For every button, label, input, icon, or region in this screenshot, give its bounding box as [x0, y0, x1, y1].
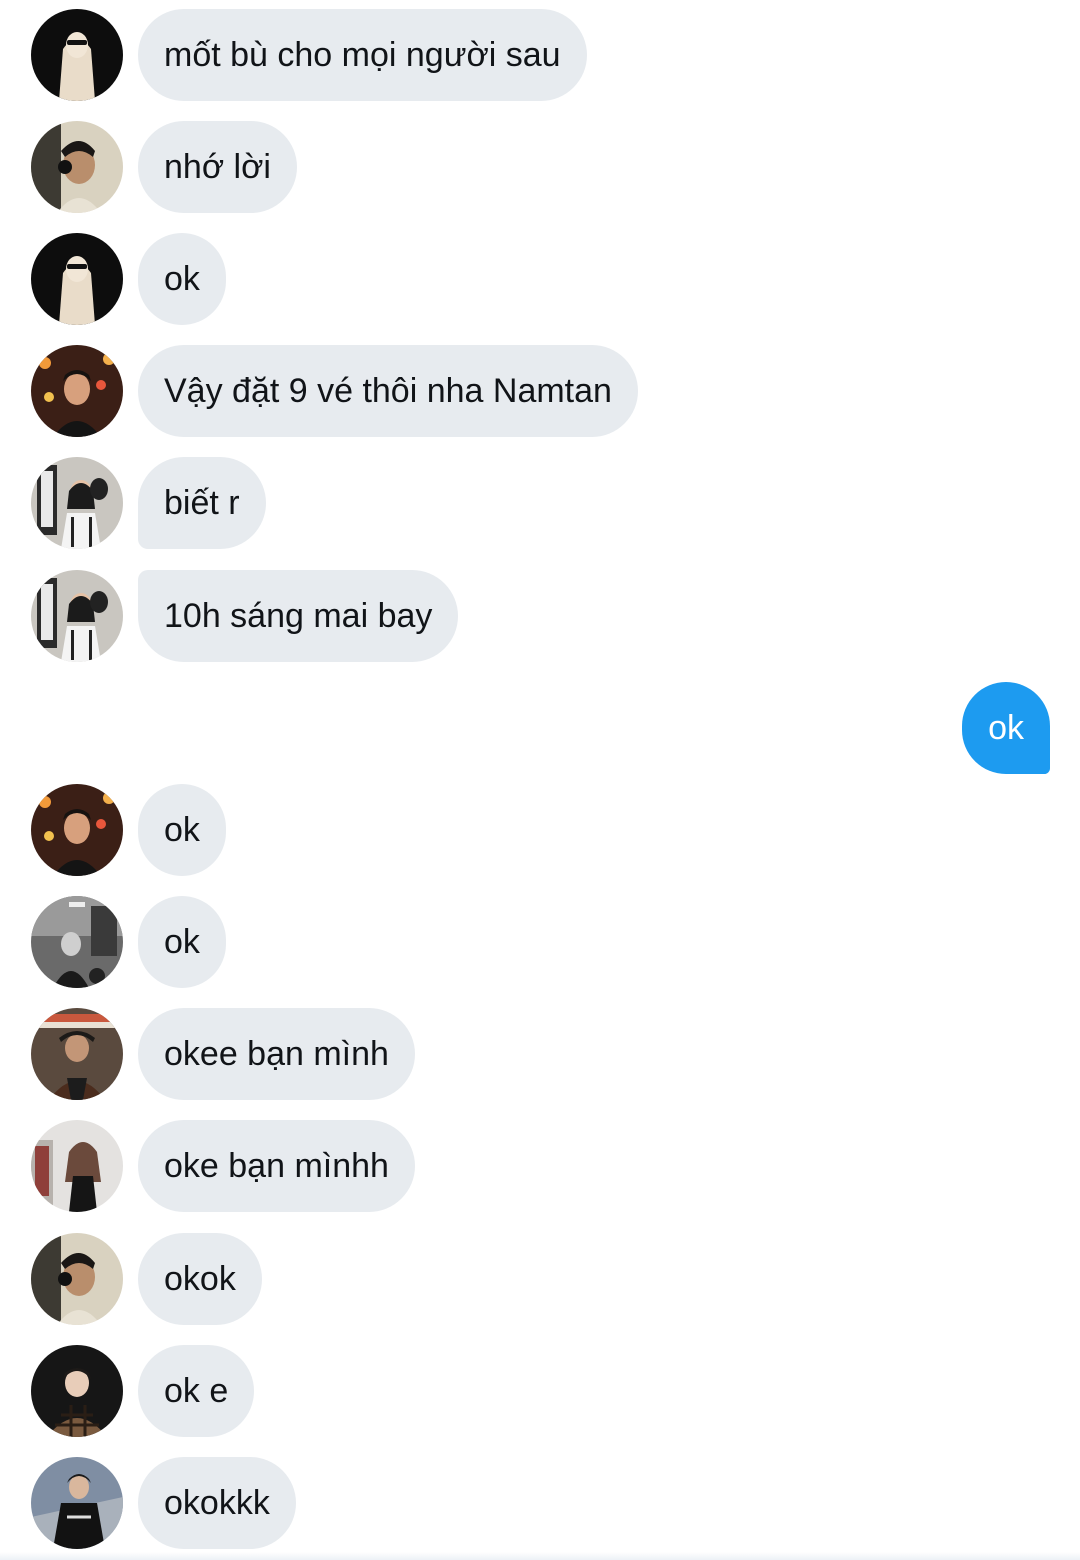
- message-row: 10h sáng mai bay: [0, 570, 1080, 662]
- message-bubble[interactable]: okee bạn mình: [138, 1008, 415, 1100]
- avatar[interactable]: [31, 345, 123, 437]
- message-bubble[interactable]: okokkk: [138, 1457, 296, 1549]
- message-row: nhớ lời: [0, 121, 1080, 213]
- message-bubble[interactable]: biết r: [138, 457, 266, 549]
- message-row: okee bạn mình: [0, 1008, 1080, 1100]
- avatar[interactable]: [31, 121, 123, 213]
- avatar[interactable]: [31, 1120, 123, 1212]
- message-bubble[interactable]: ok: [138, 896, 226, 988]
- message-bubble[interactable]: Vậy đặt 9 vé thôi nha Namtan: [138, 345, 638, 437]
- message-bubble[interactable]: 10h sáng mai bay: [138, 570, 459, 662]
- avatar[interactable]: [31, 457, 123, 549]
- outgoing-message-row: ok: [0, 682, 1080, 774]
- message-row: ok: [0, 784, 1080, 876]
- avatar[interactable]: [31, 896, 123, 988]
- message-row: mốt bù cho mọi người sau: [0, 9, 1080, 101]
- composer-edge: [0, 1552, 1080, 1560]
- message-bubble[interactable]: oke bạn mìnhh: [138, 1120, 415, 1212]
- message-thread: mốt bù cho mọi người sau nhớ lời ok Vậy …: [0, 0, 1080, 1560]
- avatar[interactable]: [31, 570, 123, 662]
- avatar[interactable]: [31, 784, 123, 876]
- avatar[interactable]: [31, 1233, 123, 1325]
- avatar[interactable]: [31, 1345, 123, 1437]
- message-bubble[interactable]: nhớ lời: [138, 121, 297, 213]
- message-bubble[interactable]: mốt bù cho mọi người sau: [138, 9, 587, 101]
- message-bubble[interactable]: ok: [138, 233, 226, 325]
- message-bubble[interactable]: ok: [138, 784, 226, 876]
- message-bubble[interactable]: ok e: [138, 1345, 255, 1437]
- message-row: okokkk: [0, 1457, 1080, 1549]
- message-row: okok: [0, 1233, 1080, 1325]
- message-row: biết r: [0, 457, 1080, 549]
- avatar[interactable]: [31, 1008, 123, 1100]
- avatar[interactable]: [31, 233, 123, 325]
- message-row: ok e: [0, 1345, 1080, 1437]
- message-row: Vậy đặt 9 vé thôi nha Namtan: [0, 345, 1080, 437]
- outgoing-message-bubble[interactable]: ok: [962, 682, 1050, 774]
- avatar[interactable]: [31, 9, 123, 101]
- message-row: ok: [0, 896, 1080, 988]
- message-row: oke bạn mìnhh: [0, 1120, 1080, 1212]
- message-row: ok: [0, 233, 1080, 325]
- avatar[interactable]: [31, 1457, 123, 1549]
- message-bubble[interactable]: okok: [138, 1233, 262, 1325]
